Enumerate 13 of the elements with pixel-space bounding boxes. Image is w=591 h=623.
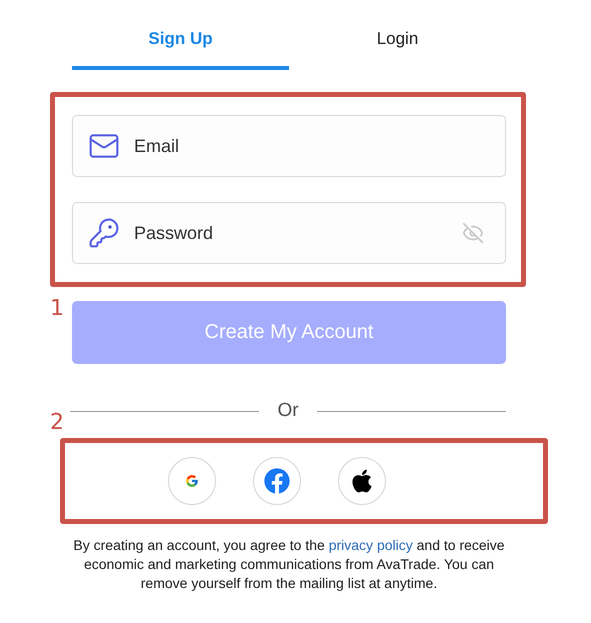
terms-text: By creating an account, you agree to the privacy policy and to receive economic and marketing communications from AvaTrade. You can remove yourself from the mailing list at anytime. [72, 536, 506, 593]
annotation-number: 1 [50, 296, 64, 321]
key-icon [88, 217, 120, 249]
email-field[interactable]: Email [72, 115, 506, 177]
divider-label: Or [277, 400, 299, 422]
social-login-button[interactable] [338, 457, 386, 505]
google-icon [185, 474, 199, 488]
tab[interactable]: Login [289, 20, 506, 70]
privacy-policy-link[interactable]: privacy policy [328, 537, 413, 553]
annotation-number: 2 [50, 410, 64, 435]
facebook-icon [264, 468, 290, 494]
tab[interactable]: Sign Up [72, 20, 289, 70]
password-field[interactable]: Password [72, 202, 506, 264]
